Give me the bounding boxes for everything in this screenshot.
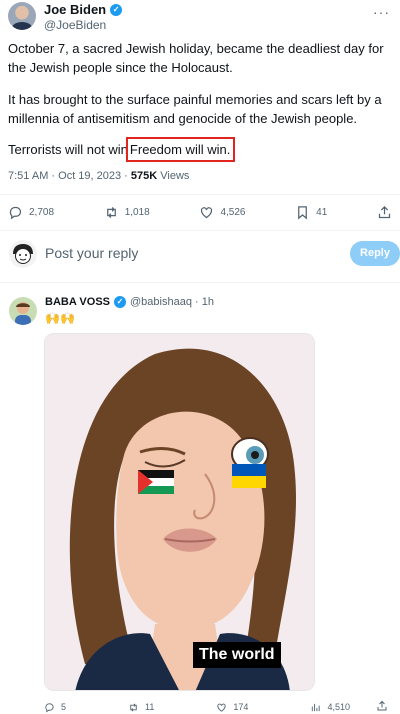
- share-icon[interactable]: [376, 700, 388, 712]
- tweet-action-bar: 2,708 1,018 4,526 41: [8, 203, 392, 221]
- reply-reply-count: 5: [61, 702, 67, 712]
- reply-count: 2,708: [29, 206, 55, 218]
- tweet-paragraph-1: October 7, a sacred Jewish holiday, beca…: [8, 41, 384, 75]
- reply-author-row: BABA VOSS ✓ @babishaaq · 1h: [45, 296, 214, 308]
- verified-badge-icon: ✓: [110, 3, 123, 16]
- tweet-text-terrorists: Terrorists will not win: [8, 142, 128, 157]
- author-name[interactable]: Joe Biden: [44, 2, 106, 17]
- retweet-action[interactable]: 1,018: [104, 205, 150, 220]
- retweet-icon: [130, 703, 137, 711]
- avatar-illustration-icon: [15, 302, 31, 325]
- retweet-icon: [106, 206, 116, 218]
- cartoon-face-icon: [13, 244, 33, 264]
- share-icon: [378, 205, 391, 218]
- share-action[interactable]: [377, 205, 392, 220]
- bookmark-action[interactable]: 41: [295, 205, 327, 220]
- divider: [0, 282, 400, 283]
- reply-action[interactable]: 2,708: [8, 205, 54, 220]
- palestine-flag-icon: [138, 470, 174, 494]
- author-name-row[interactable]: Joe Biden ✓: [44, 2, 123, 17]
- reply-like-action[interactable]: 174: [216, 702, 248, 713]
- divider: [0, 230, 400, 231]
- tweet-timestamp[interactable]: 7:51 AM · Oct 19, 2023 ·: [8, 170, 131, 182]
- reply-icon: [45, 702, 54, 713]
- reply-input[interactable]: Post your reply: [45, 245, 138, 261]
- ukraine-flag-icon: [232, 464, 266, 488]
- reply-icon: [9, 206, 22, 219]
- more-options-icon[interactable]: ···: [373, 4, 390, 20]
- author-avatar[interactable]: [8, 2, 36, 30]
- tweet-meta: 7:51 AM · Oct 19, 2023 · 575K Views: [8, 170, 189, 182]
- tweet-paragraph-2: It has brought to the surface painful me…: [8, 92, 382, 126]
- views-label: Views: [157, 170, 190, 182]
- like-action[interactable]: 4,526: [199, 205, 245, 220]
- heart-icon: [201, 206, 213, 218]
- like-count: 4,526: [220, 206, 246, 218]
- heart-icon: [217, 703, 227, 712]
- reply-media-image[interactable]: [44, 333, 315, 691]
- reply-author-avatar[interactable]: [9, 297, 37, 325]
- bookmark-count: 41: [316, 206, 328, 218]
- author-block: Joe Biden ✓ @JoeBiden: [44, 2, 123, 32]
- retweet-count: 1,018: [124, 206, 150, 218]
- views-count: 575K: [130, 170, 158, 182]
- reply-reply-action[interactable]: 5: [44, 702, 66, 713]
- reply-author-handle[interactable]: @babishaaq · 1h: [130, 296, 214, 308]
- reply-button[interactable]: Reply: [350, 241, 400, 266]
- reply-retweet-action[interactable]: 11: [128, 702, 154, 713]
- reply-retweet-count: 11: [145, 702, 155, 712]
- author-handle[interactable]: @JoeBiden: [44, 18, 122, 32]
- views-bar-chart-icon: [312, 703, 321, 711]
- reply-views-action[interactable]: 4,510: [310, 702, 350, 713]
- current-user-avatar[interactable]: [9, 240, 37, 268]
- reply-views-count: 4,510: [327, 702, 350, 712]
- bookmark-icon: [298, 205, 308, 219]
- reply-action-bar: 5 11 174 4,510: [44, 700, 350, 714]
- divider: [0, 194, 400, 195]
- tweet-text-freedom: Freedom will win.: [129, 142, 231, 157]
- tweet-paragraph-3: Terrorists will not win Freedom will win.: [8, 137, 392, 162]
- reply-like-count: 174: [233, 702, 249, 712]
- reply-text: 🙌🙌: [45, 311, 75, 325]
- caricature-illustration: [45, 334, 314, 690]
- verified-badge-icon: ✓: [114, 296, 126, 308]
- reply-author-name[interactable]: BABA VOSS: [45, 296, 110, 308]
- media-caption: The world: [193, 642, 281, 668]
- highlight-box: Freedom will win.: [125, 137, 236, 162]
